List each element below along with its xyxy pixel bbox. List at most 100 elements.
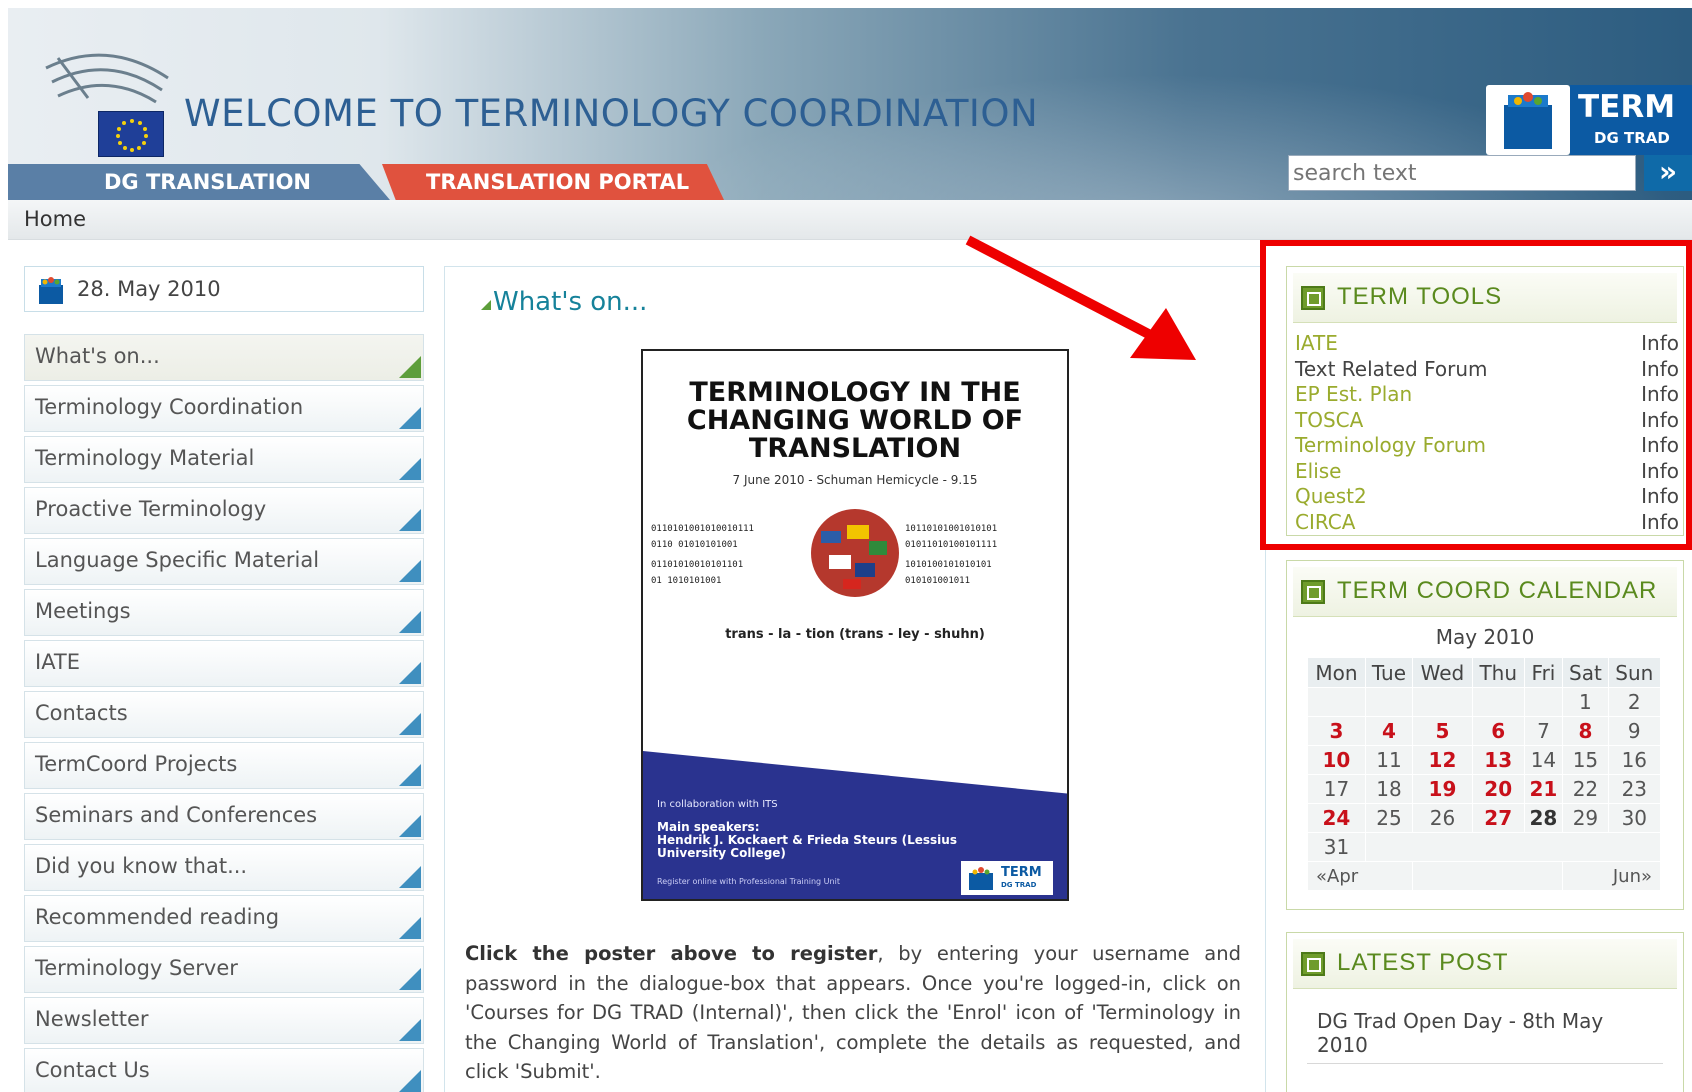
weekday: Sun — [1607, 657, 1662, 688]
svg-text:0110101001010010111: 0110101001010010111 — [651, 524, 754, 534]
calendar-prev-link[interactable]: «Apr — [1306, 861, 1414, 891]
menu-item-label: Did you know that... — [35, 854, 248, 878]
calendar-day: 14 — [1523, 745, 1564, 775]
calendar-event-day[interactable]: 20 — [1471, 774, 1525, 804]
latest-post-link[interactable]: DG Trad Open Day - 8th May 2010 — [1317, 1009, 1657, 1057]
calendar-event-day[interactable]: 27 — [1471, 803, 1525, 833]
menu-item-proactive-terminology[interactable]: Proactive Terminology — [24, 487, 424, 534]
calendar-day: 26 — [1412, 803, 1473, 833]
svg-text:01 1010101001: 01 1010101001 — [651, 576, 721, 586]
calendar-empty — [1412, 861, 1564, 891]
calendar-grid: Mon Tue Wed Thu Fri Sat Sun 1 2 3 4 5 6 … — [1306, 657, 1662, 891]
instructions-bold: Click the poster above to register — [465, 942, 878, 965]
menu-item-iate[interactable]: IATE — [24, 640, 424, 687]
calendar-event-day[interactable]: 8 — [1562, 716, 1609, 746]
search-input[interactable] — [1288, 155, 1636, 191]
menu-item-label: TermCoord Projects — [35, 752, 238, 776]
poster-speakers-names: Hendrik J. Kockaert & Frieda Steurs (Les… — [657, 833, 957, 860]
red-arrow-icon — [965, 235, 1196, 360]
calendar-week: 31 — [1307, 832, 1662, 862]
nav-translation-portal[interactable]: TRANSLATION PORTAL — [382, 164, 724, 200]
calendar-event-day[interactable]: 24 — [1307, 803, 1366, 833]
eu-flag-icon — [98, 111, 164, 157]
menu-item-label: Proactive Terminology — [35, 497, 267, 521]
calendar-event-day[interactable]: 10 — [1307, 745, 1366, 775]
breadcrumb: Home — [8, 200, 1692, 240]
latest-post-divider — [1307, 1063, 1663, 1064]
menu-item-terminology-server[interactable]: Terminology Server — [24, 946, 424, 993]
page-title-text: What's on... — [493, 287, 648, 317]
calendar-day: 18 — [1364, 774, 1414, 804]
calendar-event-day[interactable]: 21 — [1523, 774, 1564, 804]
main-content: What's on... TERMINOLOGY IN THE CHANGING… — [444, 266, 1266, 1092]
svg-text:1010100101010101: 1010100101010101 — [905, 560, 992, 570]
calendar-day: 29 — [1562, 803, 1609, 833]
menu-item-terminology-coordination[interactable]: Terminology Coordination — [24, 385, 424, 432]
menu-item-contact-us[interactable]: Contact Us — [24, 1048, 424, 1092]
menu-corner-icon — [399, 407, 421, 429]
left-menu: What's on... Terminology Coordination Te… — [24, 334, 424, 1092]
red-highlight-box — [1260, 240, 1692, 550]
calendar-event-day[interactable]: 12 — [1412, 745, 1473, 775]
menu-item-recommended-reading[interactable]: Recommended reading — [24, 895, 424, 942]
calendar-header: TERM COORD CALENDAR — [1293, 567, 1677, 617]
menu-item-did-you-know[interactable]: Did you know that... — [24, 844, 424, 891]
menu-item-meetings[interactable]: Meetings — [24, 589, 424, 636]
registration-instructions: Click the poster above to register, by e… — [465, 939, 1241, 1087]
menu-corner-icon — [399, 560, 421, 582]
nav-dg-translation-label: DG TRANSLATION — [104, 170, 311, 194]
calendar-event-day[interactable]: 5 — [1412, 716, 1473, 746]
calendar-week: 24 25 26 27 28 29 30 — [1307, 803, 1662, 833]
weekday: Mon — [1307, 657, 1366, 688]
calendar-day: 22 — [1562, 774, 1609, 804]
calendar-day: 15 — [1562, 745, 1609, 775]
event-poster[interactable]: TERMINOLOGY IN THE CHANGING WORLD OF TRA… — [641, 349, 1069, 901]
calendar-event-day[interactable]: 3 — [1307, 716, 1366, 746]
calendar-day: 11 — [1364, 745, 1414, 775]
calendar-day: 2 — [1607, 687, 1662, 717]
calendar-day: 31 — [1307, 832, 1366, 862]
calendar-week: 17 18 19 20 21 22 23 — [1307, 774, 1662, 804]
current-date: 28. May 2010 — [77, 277, 221, 301]
weekday: Sat — [1562, 657, 1609, 688]
calendar-event-day[interactable]: 13 — [1471, 745, 1525, 775]
menu-item-language-specific-material[interactable]: Language Specific Material — [24, 538, 424, 585]
panel-window-icon — [1301, 580, 1325, 604]
menu-item-newsletter[interactable]: Newsletter — [24, 997, 424, 1044]
search-go-button[interactable]: » — [1644, 155, 1692, 191]
poster-logo-title: TERM — [1001, 865, 1042, 880]
menu-item-contacts[interactable]: Contacts — [24, 691, 424, 738]
latest-post-header: LATEST POST — [1293, 939, 1677, 989]
menu-corner-icon — [399, 815, 421, 837]
date-box: 28. May 2010 — [24, 266, 424, 312]
menu-corner-icon — [399, 917, 421, 939]
menu-item-termcoord-projects[interactable]: TermCoord Projects — [24, 742, 424, 789]
nav-dg-translation[interactable]: DG TRANSLATION — [8, 164, 390, 200]
calendar-next-link[interactable]: Jun» — [1562, 861, 1661, 891]
term-logo-icon — [969, 867, 993, 890]
poster-term-logo: TERM DG TRAD — [961, 861, 1053, 895]
menu-item-label: Meetings — [35, 599, 131, 623]
menu-item-label: Recommended reading — [35, 905, 280, 929]
menu-item-seminars-and-conferences[interactable]: Seminars and Conferences — [24, 793, 424, 840]
latest-post-panel: LATEST POST DG Trad Open Day - 8th May 2… — [1286, 932, 1684, 1092]
menu-item-label: Contacts — [35, 701, 128, 725]
breadcrumb-home[interactable]: Home — [24, 207, 86, 231]
calendar-today[interactable]: 28 — [1523, 803, 1564, 833]
menu-item-label: Terminology Material — [35, 446, 255, 470]
nav-translation-portal-label: TRANSLATION PORTAL — [426, 170, 690, 194]
calendar-event-day[interactable]: 6 — [1471, 716, 1525, 746]
calendar-empty — [1364, 832, 1662, 862]
menu-corner-icon — [399, 1070, 421, 1092]
menu-item-label: Contact Us — [35, 1058, 150, 1082]
menu-corner-icon — [399, 662, 421, 684]
calendar-title: TERM COORD CALENDAR — [1337, 577, 1658, 604]
term-logo[interactable]: TERM DG TRAD — [1486, 85, 1692, 155]
menu-item-terminology-material[interactable]: Terminology Material — [24, 436, 424, 483]
calendar-event-day[interactable]: 4 — [1364, 716, 1414, 746]
menu-corner-icon — [399, 764, 421, 786]
menu-corner-icon — [399, 356, 421, 378]
svg-text:0110 01010101001: 0110 01010101001 — [651, 540, 738, 550]
menu-item-whats-on[interactable]: What's on... — [24, 334, 424, 381]
calendar-event-day[interactable]: 19 — [1412, 774, 1473, 804]
